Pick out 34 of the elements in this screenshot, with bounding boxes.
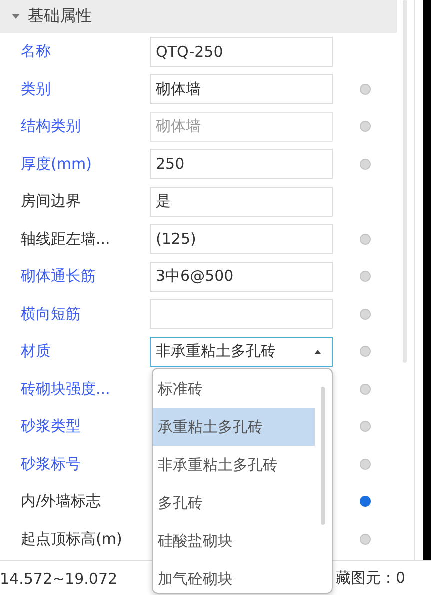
- property-label: 结构类别: [20, 117, 82, 136]
- input-field[interactable]: 砌体墙: [150, 74, 333, 104]
- input-field[interactable]: 250: [150, 149, 333, 180]
- input-field[interactable]: 是: [150, 186, 333, 217]
- status-text: 14.572~19.072: [0, 570, 118, 588]
- property-label: 横向短筋: [20, 304, 82, 324]
- property-label: 房间边界: [20, 192, 82, 212]
- status-text: 藏图元：0: [336, 569, 406, 588]
- caret-icon: [315, 350, 321, 354]
- section-title: 基础属性: [28, 6, 92, 27]
- dropdown-option[interactable]: 非承重粘土多孔砖: [153, 446, 315, 484]
- property-label: 名称: [20, 42, 52, 62]
- property-label: 轴线距左墙...: [20, 230, 112, 249]
- input-field[interactable]: (125): [150, 224, 333, 254]
- property-label: 砖砌块强度...: [20, 380, 112, 399]
- dropdown-option[interactable]: 加气砼砌块: [153, 560, 315, 593]
- input-field[interactable]: QTQ-250: [150, 36, 333, 67]
- property-label: 砂浆标号: [20, 454, 82, 474]
- scrollbar-thumb[interactable]: [321, 387, 325, 525]
- dropdown-option[interactable]: 承重粘土多孔砖: [153, 408, 315, 446]
- property-label: 材质: [20, 342, 52, 362]
- section-header[interactable]: 基础属性: [0, 0, 397, 33]
- input-field[interactable]: [150, 299, 333, 330]
- dropdown-option[interactable]: 标准砖: [153, 370, 315, 408]
- input-field[interactable]: 3中6@500: [150, 262, 333, 292]
- dropdown-field[interactable]: 非承重粘土多孔砖: [150, 336, 333, 367]
- property-label: 砂浆类型: [20, 417, 82, 436]
- property-label: 类别: [20, 80, 52, 99]
- property-label: 起点顶标高(m): [20, 530, 124, 549]
- dropdown-option[interactable]: 硅酸盐砌块: [153, 522, 315, 560]
- property-label: 内/外墙标志: [20, 492, 102, 512]
- dropdown-option[interactable]: 多孔砖: [153, 484, 315, 522]
- property-label: 厚度(mm): [20, 154, 93, 174]
- property-label: 砌体通长筋: [20, 267, 97, 286]
